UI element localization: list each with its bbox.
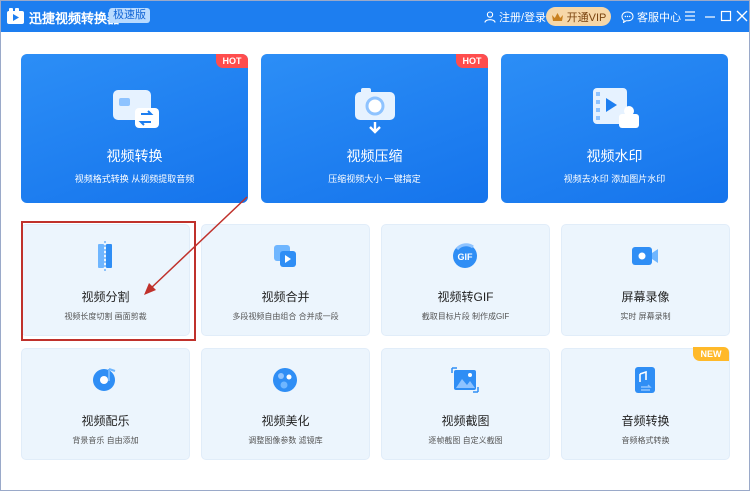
- video-convert-icon: [113, 90, 159, 128]
- card-video-beautify[interactable]: 视频美化 调整图像参数 滤镜库: [201, 348, 370, 460]
- card-subtitle: 背景音乐 自由添加: [72, 436, 139, 445]
- card-title: 屏幕录像: [621, 290, 670, 304]
- beautify-icon: [273, 368, 297, 392]
- card-subtitle: 调整图像参数 滤镜库: [248, 436, 323, 445]
- card-subtitle: 视频格式转换 从视频提取音频: [74, 174, 195, 184]
- service-label: 客服中心: [637, 12, 681, 24]
- music-icon: [93, 368, 116, 391]
- card-subtitle: 压缩视频大小 一键搞定: [328, 174, 421, 184]
- new-badge: NEW: [693, 347, 729, 361]
- title-bar: 迅捷视频转换器 极速版 注册/登录 开通VIP 客服中心: [1, 1, 749, 32]
- app-title: 迅捷视频转换器: [29, 11, 121, 26]
- card-title: 视频美化: [261, 414, 310, 428]
- video-compress-icon: [355, 88, 395, 134]
- hot-badge: HOT: [456, 54, 488, 68]
- card-subtitle: 截取目标片段 制作成GIF: [421, 312, 510, 321]
- card-video-screenshot[interactable]: 视频截图 逐帧截图 自定义截图: [381, 348, 550, 460]
- card-screen-record[interactable]: 屏幕录像 实时 屏幕录制: [561, 224, 730, 336]
- card-title: 视频转GIF: [437, 290, 494, 304]
- menu-icon[interactable]: [683, 8, 697, 24]
- card-subtitle: 音频格式转换: [621, 436, 670, 445]
- edition-badge: 极速版: [109, 8, 150, 23]
- video-merge-icon: [274, 245, 296, 267]
- crown-icon: [551, 12, 563, 21]
- screenshot-icon: [451, 367, 479, 393]
- chat-bubble-icon: [621, 11, 634, 23]
- card-title: 视频转换: [106, 148, 163, 164]
- video-watermark-icon: [593, 88, 639, 128]
- card-video-music[interactable]: 视频配乐 背景音乐 自由添加: [21, 348, 190, 460]
- card-title: 视频合并: [261, 290, 310, 304]
- card-title: 视频配乐: [81, 414, 130, 428]
- user-icon: [484, 11, 496, 23]
- login-label: 注册/登录: [499, 12, 547, 24]
- card-video-to-gif[interactable]: GIF 视频转GIF 截取目标片段 制作成GIF: [381, 224, 550, 336]
- vip-label: 开通VIP: [566, 11, 607, 24]
- card-subtitle: 实时 屏幕录制: [620, 312, 671, 321]
- gif-icon: GIF: [453, 243, 477, 268]
- hot-badge: HOT: [216, 54, 248, 68]
- card-title: 视频压缩: [346, 148, 403, 164]
- app-logo-icon: [7, 8, 24, 24]
- app-window: 迅捷视频转换器 极速版 注册/登录 开通VIP 客服中心 HOT 视频转换 视频…: [0, 0, 750, 491]
- card-title: 视频水印: [586, 148, 643, 164]
- maximize-icon[interactable]: [719, 8, 733, 24]
- svg-text:GIF: GIF: [458, 252, 474, 262]
- screen-record-icon: [632, 247, 658, 265]
- card-video-watermark[interactable]: 视频水印 视频去水印 添加图片水印: [501, 54, 728, 203]
- close-icon[interactable]: [735, 8, 749, 24]
- card-title: 视频截图: [441, 414, 490, 428]
- audio-convert-icon: [635, 367, 655, 393]
- card-title: 音频转换: [621, 414, 670, 428]
- vip-button[interactable]: 开通VIP: [546, 7, 611, 26]
- card-subtitle: 多段视频自由组合 合并成一段: [232, 312, 339, 321]
- card-subtitle: 逐帧截图 自定义截图: [428, 436, 503, 445]
- card-video-convert[interactable]: HOT 视频转换 视频格式转换 从视频提取音频: [21, 54, 248, 203]
- card-subtitle: 视频去水印 添加图片水印: [563, 174, 666, 184]
- annotation-highlight-box: [21, 221, 196, 341]
- card-audio-convert[interactable]: NEW 音频转换 音频格式转换: [561, 347, 730, 460]
- minimize-icon[interactable]: [703, 8, 717, 24]
- customer-service-button[interactable]: 客服中心: [621, 9, 681, 25]
- card-video-compress[interactable]: HOT 视频压缩 压缩视频大小 一键搞定: [261, 54, 488, 203]
- card-video-merge[interactable]: 视频合并 多段视频自由组合 合并成一段: [201, 224, 370, 336]
- login-button[interactable]: 注册/登录: [484, 9, 546, 25]
